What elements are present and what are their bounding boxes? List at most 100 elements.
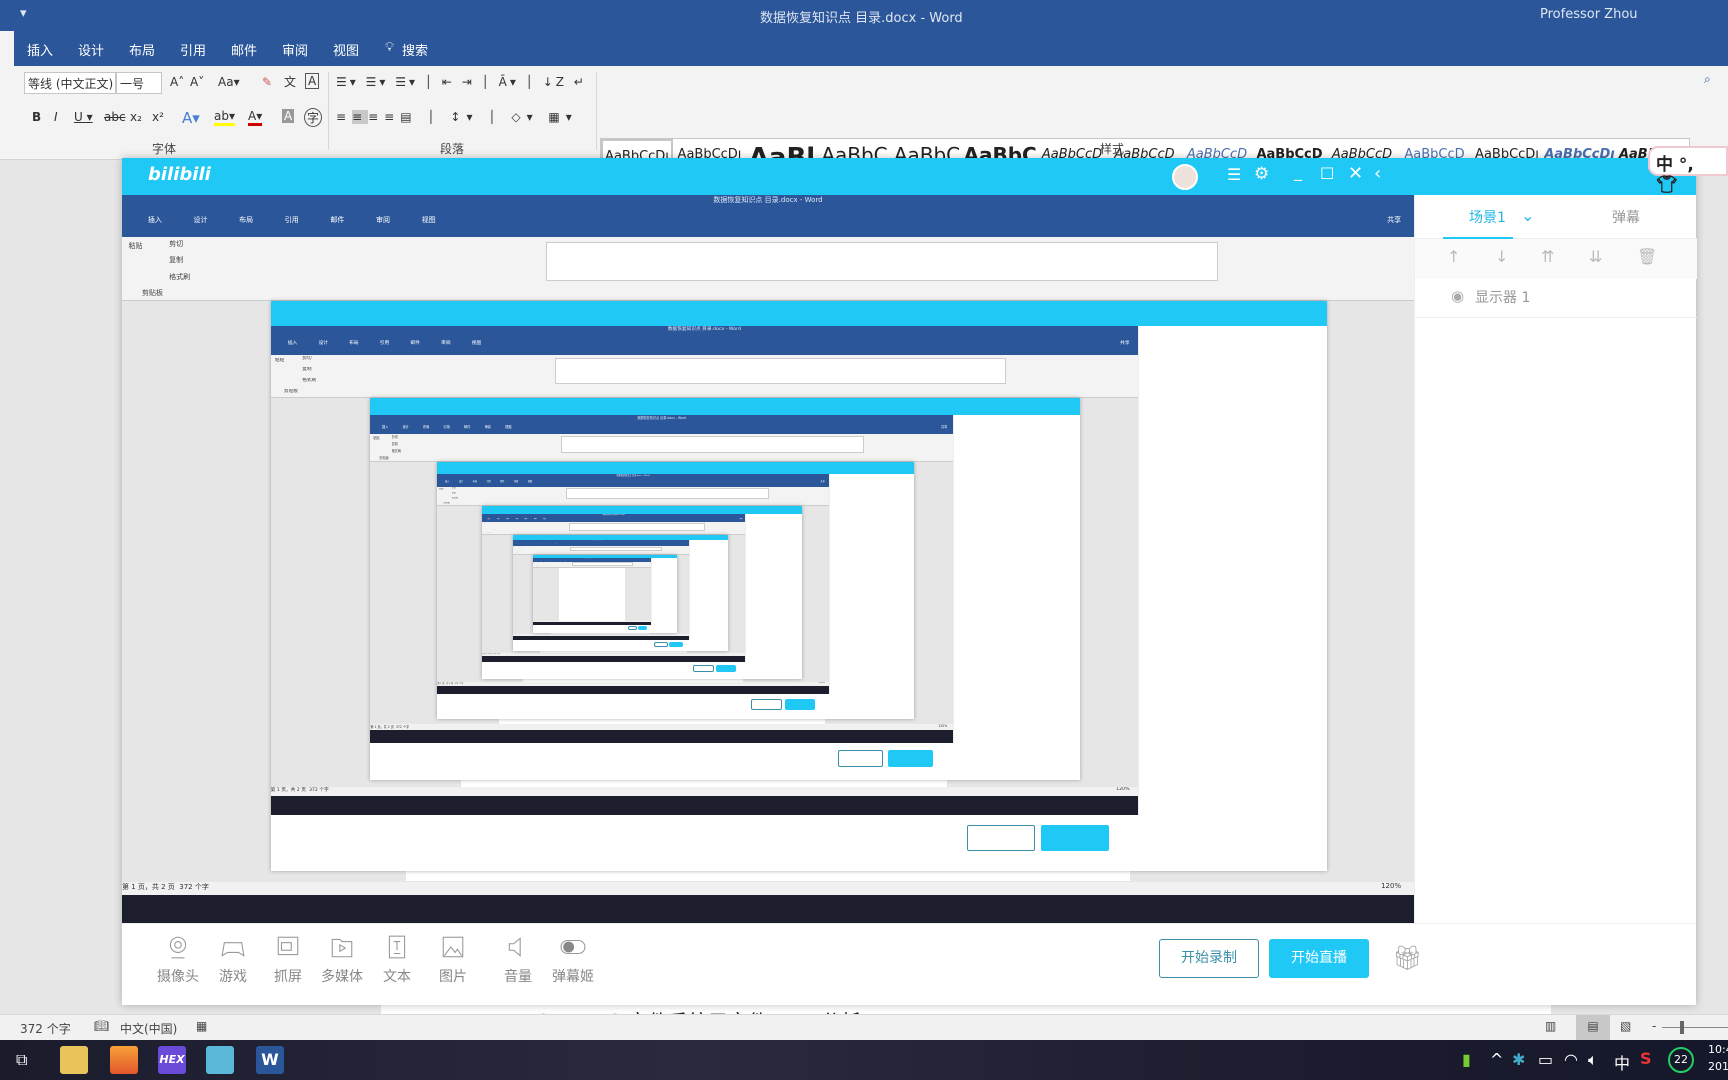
enclose-char-icon[interactable]: 字 <box>304 108 323 127</box>
bold-button[interactable]: B <box>32 110 41 124</box>
collapse-panel-icon[interactable]: ‹ <box>1374 163 1381 184</box>
eye-icon[interactable]: ◉ <box>1451 287 1464 305</box>
tab-danmaku[interactable]: 弹幕 <box>1612 207 1640 227</box>
char-border-icon[interactable]: A <box>305 73 320 89</box>
zoom-out-button[interactable]: - <box>1652 1019 1656 1033</box>
phonetic-guide-icon[interactable]: 文 <box>284 73 296 90</box>
mirror-style: 标题 1 <box>588 524 597 529</box>
chevron-down-icon[interactable]: ⌄ <box>1521 206 1534 225</box>
clear-format-icon[interactable]: ✎ <box>262 75 272 89</box>
hex-editor-icon[interactable]: HEX <box>158 1046 186 1074</box>
gear-icon[interactable]: ⚙ <box>1254 164 1269 184</box>
move-up-icon[interactable]: ↑ <box>1447 247 1460 266</box>
source-display-1[interactable]: 显示器 1 <box>1475 287 1530 307</box>
change-case-button[interactable]: Aa▾ <box>218 75 240 89</box>
tab-scene[interactable]: 场景1 <box>1469 207 1506 227</box>
mirror-style: 无间隔 <box>584 437 605 452</box>
grow-font-button[interactable]: A˄ <box>170 75 184 89</box>
avatar[interactable] <box>1172 164 1198 190</box>
proofing-icon[interactable]: 📖︎ <box>94 1019 109 1033</box>
tab-design[interactable]: 设计 <box>78 40 104 59</box>
file-explorer-icon[interactable] <box>60 1046 88 1074</box>
move-bottom-icon[interactable]: ⇊ <box>1589 247 1602 266</box>
mirror-tab: 设计 <box>540 560 543 562</box>
superscript-button[interactable]: x² <box>152 110 164 124</box>
ime-indicator[interactable]: 中 <box>1614 1050 1630 1074</box>
move-top-icon[interactable]: ⇈ <box>1541 247 1554 266</box>
tab-mailings[interactable]: 邮件 <box>231 40 257 59</box>
macro-icon[interactable]: ▦ <box>196 1019 207 1033</box>
tool-label: 弹幕姬 <box>552 969 594 985</box>
tool-camera[interactable]: 摄像头 <box>150 934 206 986</box>
word-title-bar: ▾ 数据恢复知识点 目录.docx - Word Professor Zhou <box>0 0 1728 31</box>
start-recording-button[interactable]: 开始录制 <box>1159 939 1259 978</box>
uc-browser-icon[interactable] <box>110 1046 138 1074</box>
print-layout-icon[interactable]: ▤ <box>1576 1015 1610 1040</box>
tool-screen-capture[interactable]: 抓屏 <box>260 934 316 986</box>
clock-date[interactable]: 2018/6/20 <box>1708 1060 1728 1073</box>
user-name[interactable]: Professor Zhou <box>1540 7 1638 22</box>
speaker-icon[interactable]: 🔈︎ <box>1588 1050 1598 1070</box>
mirror-style: 强调 <box>635 524 644 529</box>
tab-view[interactable]: 视图 <box>333 40 359 59</box>
word-count[interactable]: 372 个字 <box>20 1020 71 1037</box>
task-view-icon[interactable]: ⧉ <box>16 1050 27 1070</box>
wifi-icon[interactable]: ◠ <box>1564 1050 1578 1069</box>
app-tray-icon[interactable]: ✱ <box>1512 1050 1525 1069</box>
sogou-icon[interactable]: S <box>1640 1049 1652 1068</box>
shrink-font-button[interactable]: A˅ <box>190 75 204 89</box>
maximize-icon[interactable]: ☐ <box>1320 164 1334 183</box>
mirror-tab: 设计 <box>522 543 525 545</box>
move-down-icon[interactable]: ↓ <box>1495 247 1508 266</box>
mirror-tab: 设计 <box>496 518 500 520</box>
read-mode-icon[interactable]: ▥ <box>1545 1019 1556 1033</box>
tool-toggle[interactable]: 弹幕姬 <box>545 934 601 986</box>
mirror-tab: 视图 <box>421 216 436 225</box>
tool-text[interactable]: 文本 <box>369 934 425 986</box>
usb-icon[interactable]: ▮ <box>1462 1050 1471 1069</box>
language[interactable]: 中文(中国) <box>120 1020 177 1037</box>
font-name-select[interactable]: 等线 (中文正文) <box>24 72 116 94</box>
web-layout-icon[interactable]: ▧ <box>1620 1019 1631 1033</box>
char-shading-icon[interactable]: A <box>282 109 295 123</box>
subscript-button[interactable]: x₂ <box>130 110 142 124</box>
zoom-slider[interactable] <box>1662 1027 1728 1028</box>
ime-floating-bar[interactable]: 中 °, 👕︎ <box>1648 146 1728 195</box>
tab-home[interactable] <box>0 31 14 66</box>
font-color-icon[interactable]: A▾ <box>248 109 263 126</box>
align-buttons[interactable]: ≡≡≡≡▤ │ ↕▾ │ ◇▾ ▦▾ <box>336 110 578 124</box>
word-icon[interactable]: W <box>256 1046 284 1074</box>
tell-me-search[interactable]: 搜索 <box>402 40 428 59</box>
underline-button[interactable]: U ▾ <box>74 110 93 124</box>
tool-media[interactable]: 多媒体 <box>314 934 370 986</box>
skin-icon[interactable]: 👕︎ <box>1656 175 1678 195</box>
highlight-icon[interactable]: ab▾ <box>214 109 235 126</box>
tool-volume[interactable]: 音量 <box>490 934 546 986</box>
close-icon[interactable]: ✕ <box>1348 163 1363 184</box>
text-effects-icon[interactable]: A▾ <box>182 109 200 127</box>
font-size-select[interactable]: 一号 <box>116 72 162 94</box>
tab-insert[interactable]: 插入 <box>27 40 53 59</box>
badge-22[interactable]: 22 <box>1668 1047 1694 1073</box>
list-buttons[interactable]: ☰▾ ☰▾ ☰▾ │ ⇤ ⇥ │ Ā▾ │ ↓Z ↵ <box>336 75 587 89</box>
minimize-icon[interactable]: _ <box>1294 162 1302 181</box>
strikethrough-button[interactable]: abc <box>104 110 126 124</box>
tray-expand-icon[interactable]: ^ <box>1490 1050 1503 1069</box>
clock-time[interactable]: 10:41 <box>1708 1043 1728 1056</box>
tab-references[interactable]: 引用 <box>180 40 206 59</box>
italic-button[interactable]: I <box>54 110 58 124</box>
menu-icon[interactable]: ☰ <box>1227 165 1241 184</box>
tool-gamepad[interactable]: 游戏 <box>205 934 261 986</box>
tool-image[interactable]: 图片 <box>425 934 481 986</box>
gift-icon[interactable]: 🎁︎ <box>1392 944 1422 972</box>
mirror-style: 标题 1 <box>641 243 688 280</box>
battery-icon[interactable]: ▭ <box>1538 1050 1553 1069</box>
delete-icon[interactable]: 🗑︎ <box>1637 247 1657 266</box>
tab-layout[interactable]: 布局 <box>129 40 155 59</box>
find-icon[interactable]: ⌕ <box>1704 72 1711 87</box>
quick-access-dropdown[interactable]: ▾ <box>20 6 27 21</box>
zoom-slider-thumb[interactable] <box>1680 1021 1684 1034</box>
tab-review[interactable]: 审阅 <box>282 40 308 59</box>
start-live-button[interactable]: 开始直播 <box>1269 939 1369 978</box>
bilibili-live-icon[interactable] <box>206 1046 234 1074</box>
